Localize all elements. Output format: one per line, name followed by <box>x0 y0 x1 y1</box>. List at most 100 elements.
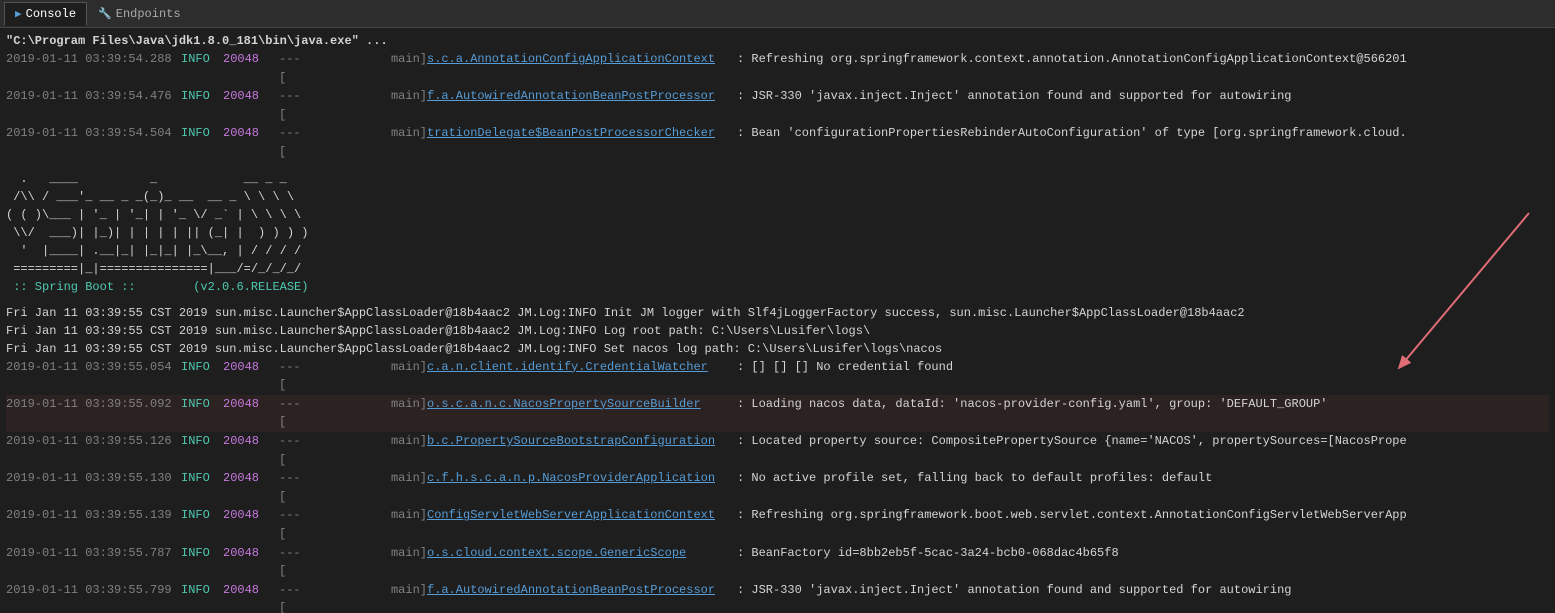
pid-6: 20048 <box>223 432 279 469</box>
console-label: Console <box>26 7 76 21</box>
thread-8: main] <box>307 506 427 543</box>
level-4: INFO <box>181 358 223 395</box>
sep-8: --- [ <box>279 506 307 543</box>
sep-2: --- [ <box>279 87 307 124</box>
level-10: INFO <box>181 581 223 613</box>
ascii-art: . ____ _ __ _ _ /\\ / ___'_ __ _ _(_)_ _… <box>6 170 1549 278</box>
thread-2: main] <box>307 87 427 124</box>
log-row-1: 2019-01-11 03:39:54.288 INFO 20048 --- [… <box>6 50 1549 87</box>
tab-bar: ▶ Console 🔧 Endpoints <box>0 0 1555 28</box>
ts-4: 2019-01-11 03:39:55.054 <box>6 358 181 395</box>
ts-10: 2019-01-11 03:39:55.799 <box>6 581 181 613</box>
log-row-2: 2019-01-11 03:39:54.476 INFO 20048 --- [… <box>6 87 1549 124</box>
log-row-10: 2019-01-11 03:39:55.799 INFO 20048 --- [… <box>6 581 1549 613</box>
pid-2: 20048 <box>223 87 279 124</box>
log-row-6: 2019-01-11 03:39:55.126 INFO 20048 --- [… <box>6 432 1549 469</box>
level-5: INFO <box>181 395 223 432</box>
ascii-line-6: =========|_|===============|___/=/_/_/_/ <box>6 260 1549 278</box>
thread-4: main] <box>307 358 427 395</box>
msg-8: : Refreshing org.springframework.boot.we… <box>737 506 1549 543</box>
logger-6[interactable]: b.c.PropertySourceBootstrapConfiguration <box>427 432 737 469</box>
msg-10: : JSR-330 'javax.inject.Inject' annotati… <box>737 581 1549 613</box>
log-row-5: 2019-01-11 03:39:55.092 INFO 20048 --- [… <box>6 395 1549 432</box>
sep-4: --- [ <box>279 358 307 395</box>
thread-1: main] <box>307 50 427 87</box>
thread-10: main] <box>307 581 427 613</box>
log-row-9: 2019-01-11 03:39:55.787 INFO 20048 --- [… <box>6 544 1549 581</box>
ts-7: 2019-01-11 03:39:55.130 <box>6 469 181 506</box>
sep-5: --- [ <box>279 395 307 432</box>
level-6: INFO <box>181 432 223 469</box>
logger-4[interactable]: c.a.n.client.identify.CredentialWatcher <box>427 358 737 395</box>
pid-5: 20048 <box>223 395 279 432</box>
red-arrow <box>1339 203 1539 383</box>
ascii-line-5: ' |____| .__|_| |_|_| |_\__, | / / / / <box>6 242 1549 260</box>
ts-3: 2019-01-11 03:39:54.504 <box>6 124 181 161</box>
msg-6: : Located property source: CompositeProp… <box>737 432 1549 469</box>
level-7: INFO <box>181 469 223 506</box>
msg-7: : No active profile set, falling back to… <box>737 469 1549 506</box>
msg-5: : Loading nacos data, dataId: 'nacos-pro… <box>737 395 1549 432</box>
sep-7: --- [ <box>279 469 307 506</box>
jm-line-3: Fri Jan 11 03:39:55 CST 2019 sun.misc.La… <box>6 340 1549 358</box>
endpoints-icon: 🔧 <box>98 7 112 21</box>
sep-10: --- [ <box>279 581 307 613</box>
ascii-line-2: /\\ / ___'_ __ _ _(_)_ __ __ _ \ \ \ \ <box>6 188 1549 206</box>
pid-10: 20048 <box>223 581 279 613</box>
ts-1: 2019-01-11 03:39:54.288 <box>6 50 181 87</box>
logger-3[interactable]: trationDelegate$BeanPostProcessorChecker <box>427 124 737 161</box>
jm-line-1: Fri Jan 11 03:39:55 CST 2019 sun.misc.La… <box>6 304 1549 322</box>
pid-7: 20048 <box>223 469 279 506</box>
sep-1: --- [ <box>279 50 307 87</box>
logger-1[interactable]: s.c.a.AnnotationConfigApplicationContext <box>427 50 737 87</box>
pid-4: 20048 <box>223 358 279 395</box>
thread-5: main] <box>307 395 427 432</box>
ascii-line-3: ( ( )\___ | '_ | '_| | '_ \/ _` | \ \ \ … <box>6 206 1549 224</box>
tab-console[interactable]: ▶ Console <box>4 2 87 26</box>
level-9: INFO <box>181 544 223 581</box>
sep-3: --- [ <box>279 124 307 161</box>
level-1: INFO <box>181 50 223 87</box>
spring-version-line: :: Spring Boot :: (v2.0.6.RELEASE) <box>6 278 1549 296</box>
console-icon: ▶ <box>15 7 22 21</box>
tab-endpoints[interactable]: 🔧 Endpoints <box>87 2 192 26</box>
ascii-line-4: \\/ ___)| |_)| | | | | || (_| | ) ) ) ) <box>6 224 1549 242</box>
level-8: INFO <box>181 506 223 543</box>
log-row-8: 2019-01-11 03:39:55.139 INFO 20048 --- [… <box>6 506 1549 543</box>
sep-9: --- [ <box>279 544 307 581</box>
pid-1: 20048 <box>223 50 279 87</box>
ts-5: 2019-01-11 03:39:55.092 <box>6 395 181 432</box>
thread-3: main] <box>307 124 427 161</box>
level-2: INFO <box>181 87 223 124</box>
ts-6: 2019-01-11 03:39:55.126 <box>6 432 181 469</box>
thread-7: main] <box>307 469 427 506</box>
console-area: "C:\Program Files\Java\jdk1.8.0_181\bin\… <box>0 28 1555 613</box>
log-row-3: 2019-01-11 03:39:54.504 INFO 20048 --- [… <box>6 124 1549 161</box>
logger-9[interactable]: o.s.cloud.context.scope.GenericScope <box>427 544 737 581</box>
pid-9: 20048 <box>223 544 279 581</box>
endpoints-label: Endpoints <box>116 7 181 21</box>
msg-2: : JSR-330 'javax.inject.Inject' annotati… <box>737 87 1549 124</box>
logger-10[interactable]: f.a.AutowiredAnnotationBeanPostProcessor <box>427 581 737 613</box>
logger-2[interactable]: f.a.AutowiredAnnotationBeanPostProcessor <box>427 87 737 124</box>
ts-2: 2019-01-11 03:39:54.476 <box>6 87 181 124</box>
log-row-4: 2019-01-11 03:39:55.054 INFO 20048 --- [… <box>6 358 1549 395</box>
logger-5[interactable]: o.s.c.a.n.c.NacosPropertySourceBuilder <box>427 395 737 432</box>
msg-9: : BeanFactory id=8bb2eb5f-5cac-3a24-bcb0… <box>737 544 1549 581</box>
logger-8[interactable]: ConfigServletWebServerApplicationContext <box>427 506 737 543</box>
pid-3: 20048 <box>223 124 279 161</box>
path-line: "C:\Program Files\Java\jdk1.8.0_181\bin\… <box>6 32 1549 50</box>
ts-9: 2019-01-11 03:39:55.787 <box>6 544 181 581</box>
level-3: INFO <box>181 124 223 161</box>
pid-8: 20048 <box>223 506 279 543</box>
jm-line-2: Fri Jan 11 03:39:55 CST 2019 sun.misc.La… <box>6 322 1549 340</box>
logger-7[interactable]: c.f.h.s.c.a.n.p.NacosProviderApplication <box>427 469 737 506</box>
ascii-line-1: . ____ _ __ _ _ <box>6 170 1549 188</box>
msg-1: : Refreshing org.springframework.context… <box>737 50 1549 87</box>
thread-9: main] <box>307 544 427 581</box>
msg-3: : Bean 'configurationPropertiesRebinderA… <box>737 124 1549 161</box>
thread-6: main] <box>307 432 427 469</box>
log-row-7: 2019-01-11 03:39:55.130 INFO 20048 --- [… <box>6 469 1549 506</box>
sep-6: --- [ <box>279 432 307 469</box>
ts-8: 2019-01-11 03:39:55.139 <box>6 506 181 543</box>
